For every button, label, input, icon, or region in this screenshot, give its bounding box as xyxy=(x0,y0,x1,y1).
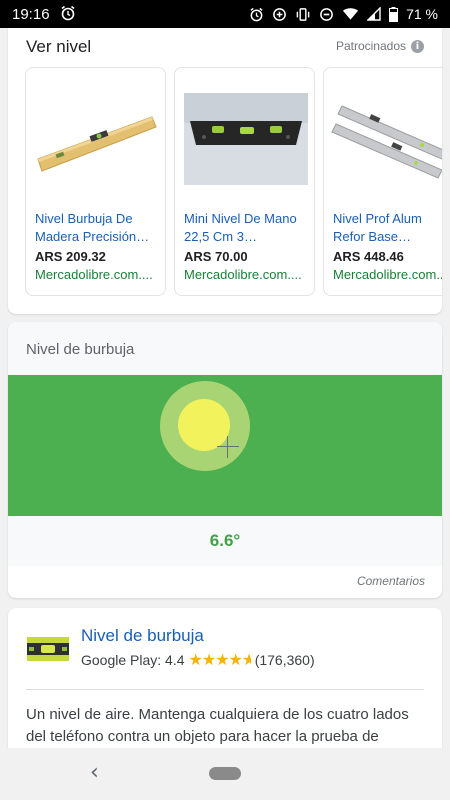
product-price: ARS 70.00 xyxy=(184,249,248,264)
app-name[interactable]: Nivel de burbuja xyxy=(81,626,204,646)
product-card[interactable]: Nivel Prof Alum Refor Base Magnet... ARS… xyxy=(323,67,442,296)
bubble xyxy=(178,399,230,451)
product-store: Mercadolibre.com.... xyxy=(35,267,153,282)
app-rating: Google Play: 4.4 ★★★★★ (176,360) xyxy=(81,650,315,669)
product-price: ARS 209.32 xyxy=(35,249,106,264)
sponsored-text: Patrocinados xyxy=(335,39,406,53)
product-store: Mercadolibre.com.... xyxy=(184,267,302,282)
app-description: Un nivel de aire. Mantenga cualquiera de… xyxy=(26,706,409,745)
data-saver-icon xyxy=(272,7,287,22)
product-image-aluminum-level[interactable] xyxy=(324,68,442,210)
wifi-icon xyxy=(342,7,359,21)
product-price: ARS 448.46 xyxy=(333,249,404,264)
vibrate-icon xyxy=(295,7,311,22)
product-card[interactable]: Mini Nivel De Mano 22,5 Cm 3 Burbujas...… xyxy=(174,67,315,296)
navigation-bar: ‹ xyxy=(0,748,450,800)
battery-icon xyxy=(389,6,399,22)
shopping-title: Ver nivel xyxy=(26,37,92,56)
product-title[interactable]: Nivel Prof Alum Refor Base Magnet... xyxy=(324,210,442,246)
status-time: 19:16 xyxy=(12,5,50,23)
review-count: (176,360) xyxy=(254,651,315,668)
angle-value: 6.6° xyxy=(209,531,241,550)
product-store: Mercadolibre.com.... xyxy=(333,267,442,282)
battery-level: 71 % xyxy=(406,6,438,22)
bubble-level-app-icon[interactable] xyxy=(27,633,69,667)
product-image-mini-level[interactable] xyxy=(175,68,314,210)
level-area xyxy=(8,375,442,516)
store-rating-label: Google Play: 4.4 xyxy=(81,651,185,668)
info-icon[interactable]: i xyxy=(411,39,424,53)
product-card[interactable]: Nivel Burbuja De Madera Precisión 3... A… xyxy=(25,67,166,296)
sponsored-label[interactable]: Patrocinados i xyxy=(336,39,424,53)
product-image-wooden-level[interactable] xyxy=(26,68,165,210)
back-icon[interactable]: ‹ xyxy=(90,760,99,785)
alarm-icon xyxy=(60,5,76,24)
bubble-level-card: Nivel de burbuja 6.6° Comentarios xyxy=(8,322,442,598)
product-title[interactable]: Mini Nivel De Mano 22,5 Cm 3 Burbujas... xyxy=(175,210,314,246)
feedback-link[interactable]: Comentarios xyxy=(357,574,425,588)
shopping-card: Ver nivel Patrocinados i Nivel Burbuja D… xyxy=(8,28,442,314)
divider xyxy=(26,689,424,690)
status-icons: 71 % xyxy=(249,6,438,22)
product-title[interactable]: Nivel Burbuja De Madera Precisión 3... xyxy=(26,210,165,246)
star-rating-icon: ★★★★★ xyxy=(188,650,251,669)
do-not-disturb-icon xyxy=(319,7,334,22)
crosshair-vertical xyxy=(227,436,228,458)
app-card[interactable]: Nivel de burbuja Google Play: 4.4 ★★★★★ … xyxy=(8,608,442,768)
level-title: Nivel de burbuja xyxy=(26,341,135,358)
status-bar: 19:16 71 % xyxy=(0,0,450,28)
product-carousel[interactable]: Nivel Burbuja De Madera Precisión 3... A… xyxy=(25,67,442,296)
home-pill-icon[interactable] xyxy=(209,767,241,780)
signal-icon xyxy=(367,7,381,21)
alarm-icon xyxy=(249,7,264,22)
angle-readout: 6.6° xyxy=(8,516,442,566)
crosshair-horizontal xyxy=(217,446,239,447)
